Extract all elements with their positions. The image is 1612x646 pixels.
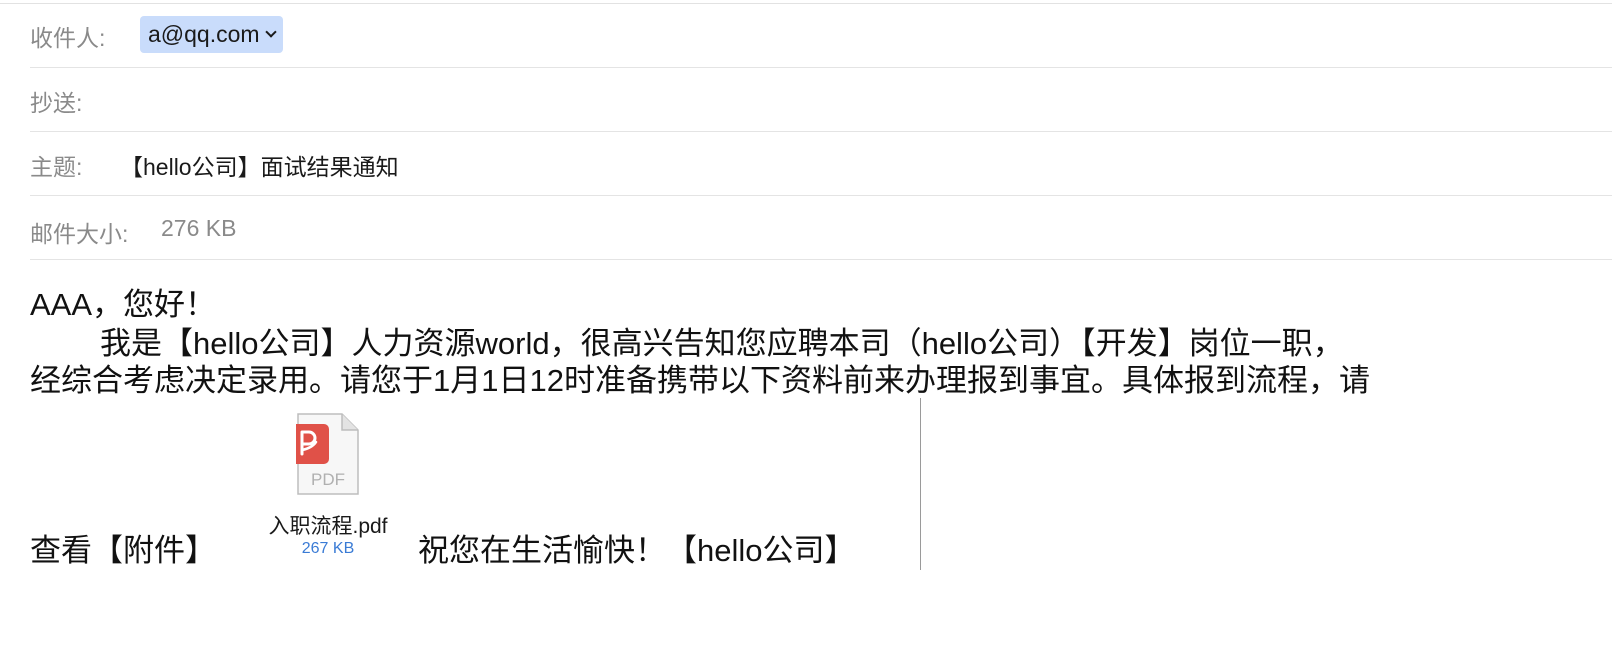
size-value: 276 KB <box>161 215 237 241</box>
size-label: 邮件大小: <box>30 221 129 247</box>
to-label: 收件人: <box>30 25 106 51</box>
to-row: 收件人: a@qq.com <box>30 4 1612 68</box>
attachment-name: 入职流程.pdf <box>268 515 388 538</box>
attachment-size: 267 KB <box>301 540 355 557</box>
subject-text: 【hello公司】面试结果通知 <box>120 154 399 180</box>
size-row: 邮件大小: 276 KB <box>30 196 1612 260</box>
recipient-address: a@qq.com <box>148 21 260 47</box>
chevron-down-icon <box>264 26 277 38</box>
subject-row: 主题: 【hello公司】面试结果通知 <box>30 132 1612 196</box>
recipient-chip[interactable]: a@qq.com <box>140 16 283 53</box>
subject-label: 主题: <box>30 154 83 180</box>
view-attachment-text: 查看【附件】 <box>30 533 216 568</box>
attachment-pdf[interactable]: PDF 入职流程.pdf 267 KB <box>254 410 402 562</box>
text-cursor <box>920 398 921 570</box>
body-line-2: 经综合考虑决定录用。请您于1月1日12时准备携带以下资料前来办理报到事宜。具体报… <box>30 363 1370 398</box>
pdf-file-icon: PDF <box>296 413 359 495</box>
cc-label: 抄送: <box>30 90 83 116</box>
body-line-1: 我是【hello公司】人力资源world，很高兴告知您应聘本司（hello公司）… <box>100 326 1344 361</box>
closing-text: 祝您在生活愉快！【hello公司】 <box>418 533 856 568</box>
pdf-type-label: PDF <box>311 470 345 489</box>
greeting: AAA，您好！ <box>30 287 217 322</box>
cc-row: 抄送: <box>30 68 1612 132</box>
